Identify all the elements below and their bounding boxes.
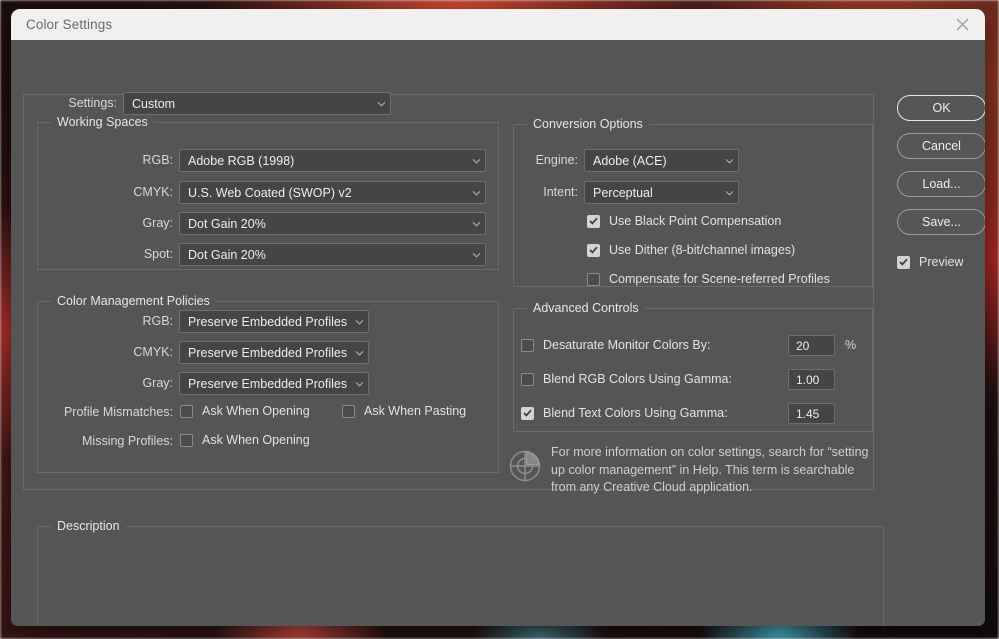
cmp-legend: Color Management Policies: [51, 294, 216, 308]
chevron-down-icon: [720, 182, 738, 203]
description-group: Description: [37, 519, 884, 626]
preview-checkbox[interactable]: Preview: [897, 255, 963, 269]
checkbox[interactable]: [587, 214, 600, 228]
info-text: For more information on color settings, …: [551, 445, 869, 494]
dialog-titlebar: Color Settings: [11, 9, 985, 40]
description-legend: Description: [51, 519, 126, 533]
checkbox[interactable]: [342, 404, 355, 418]
conversion-options-legend: Conversion Options: [527, 117, 649, 131]
settings-label: Settings:: [68, 96, 117, 110]
cmp-cmyk-label: CMYK:: [133, 345, 173, 359]
checkbox[interactable]: [587, 272, 600, 286]
checkbox[interactable]: [180, 404, 193, 418]
checkbox[interactable]: [521, 372, 534, 386]
dialog-title: Color Settings: [26, 17, 113, 32]
checkbox-label: Use Dither (8-bit/channel images): [609, 243, 796, 257]
cancel-button[interactable]: Cancel: [897, 133, 985, 159]
chevron-down-icon: [350, 373, 368, 394]
cmp-rgb-dropdown[interactable]: Preserve Embedded Profiles: [179, 310, 369, 333]
desaturate-monitor-colors-checkbox[interactable]: Desaturate Monitor Colors By:: [521, 338, 710, 352]
checkbox[interactable]: [587, 243, 600, 257]
checkbox-label: Blend Text Colors Using Gamma:: [543, 406, 728, 420]
cmp-gray-label: Gray:: [142, 376, 173, 390]
intent-dropdown[interactable]: Perceptual: [584, 181, 739, 204]
settings-dropdown-value: Custom: [132, 96, 176, 111]
chevron-down-icon: [467, 182, 485, 203]
chevron-down-icon: [350, 342, 368, 363]
desaturate-monitor-colors-value[interactable]: 20: [788, 335, 835, 356]
ws-cmyk-value: U.S. Web Coated (SWOP) v2: [188, 185, 352, 200]
checkbox-label: Blend RGB Colors Using Gamma:: [543, 372, 732, 386]
ws-rgb-dropdown[interactable]: Adobe RGB (1998): [179, 149, 486, 172]
checkbox-label: Compensate for Scene-referred Profiles: [609, 272, 830, 286]
checkbox-label: Use Black Point Compensation: [609, 214, 782, 228]
checkbox-label: Ask When Opening: [202, 433, 310, 447]
advanced-controls-legend: Advanced Controls: [527, 301, 645, 315]
engine-label: Engine:: [535, 153, 578, 167]
checkbox[interactable]: [180, 433, 193, 447]
dialog-body: Settings: Custom Working Spaces RGB: Ado…: [11, 40, 985, 626]
ws-rgb-label: RGB:: [142, 153, 173, 167]
save-button[interactable]: Save...: [897, 209, 985, 235]
cmp-gray-dropdown[interactable]: Preserve Embedded Profiles: [179, 372, 369, 395]
chevron-down-icon: [372, 93, 390, 114]
profile-mismatches-label: Profile Mismatches:: [63, 405, 173, 419]
desaturate-unit-label: %: [845, 338, 857, 352]
load-button[interactable]: Load...: [897, 171, 985, 197]
blend-rgb-colors-gamma-checkbox[interactable]: Blend RGB Colors Using Gamma:: [521, 372, 732, 386]
working-spaces-legend: Working Spaces: [51, 115, 154, 129]
checkbox-label: Preview: [919, 255, 964, 269]
cmp-gray-value: Preserve Embedded Profiles: [188, 376, 348, 391]
checkbox-label: Ask When Opening: [202, 404, 310, 418]
color-target-icon: [507, 448, 543, 489]
cmp-cmyk-value: Preserve Embedded Profiles: [188, 345, 348, 360]
settings-dropdown[interactable]: Custom: [123, 92, 391, 115]
compensate-scene-referred-checkbox[interactable]: Compensate for Scene-referred Profiles: [587, 272, 830, 286]
ws-cmyk-dropdown[interactable]: U.S. Web Coated (SWOP) v2: [179, 181, 486, 204]
ws-gray-value: Dot Gain 20%: [188, 216, 266, 231]
chevron-down-icon: [467, 150, 485, 171]
chevron-down-icon: [720, 150, 738, 171]
blend-text-colors-gamma-value[interactable]: 1.45: [788, 403, 835, 424]
cmp-rgb-label: RGB:: [142, 314, 173, 328]
cmp-rgb-value: Preserve Embedded Profiles: [188, 314, 348, 329]
missing-profiles-ask-when-opening[interactable]: Ask When Opening: [180, 433, 310, 447]
checkbox[interactable]: [897, 255, 910, 269]
ok-button[interactable]: OK: [897, 95, 985, 121]
blend-text-colors-gamma-checkbox[interactable]: Blend Text Colors Using Gamma:: [521, 406, 728, 420]
missing-profiles-label: Missing Profiles:: [82, 434, 173, 448]
ws-spot-value: Dot Gain 20%: [188, 247, 266, 262]
checkbox-label: Desaturate Monitor Colors By:: [543, 338, 711, 352]
engine-value: Adobe (ACE): [593, 153, 667, 168]
ws-spot-label: Spot:: [143, 247, 173, 261]
ws-rgb-value: Adobe RGB (1998): [188, 153, 295, 168]
cmp-cmyk-dropdown[interactable]: Preserve Embedded Profiles: [179, 341, 369, 364]
close-icon[interactable]: [940, 9, 985, 40]
ws-cmyk-label: CMYK:: [133, 185, 173, 199]
profile-mismatches-ask-when-opening[interactable]: Ask When Opening: [180, 404, 310, 418]
checkbox-label: Ask When Pasting: [364, 404, 467, 418]
ws-spot-dropdown[interactable]: Dot Gain 20%: [179, 243, 486, 266]
chevron-down-icon: [467, 213, 485, 234]
use-black-point-compensation-checkbox[interactable]: Use Black Point Compensation: [587, 214, 781, 228]
chevron-down-icon: [350, 311, 368, 332]
ws-gray-label: Gray:: [142, 216, 173, 230]
engine-dropdown[interactable]: Adobe (ACE): [584, 149, 739, 172]
intent-label: Intent:: [543, 185, 578, 199]
ws-gray-dropdown[interactable]: Dot Gain 20%: [179, 212, 486, 235]
blend-rgb-colors-gamma-value[interactable]: 1.00: [788, 369, 835, 390]
use-dither-checkbox[interactable]: Use Dither (8-bit/channel images): [587, 243, 795, 257]
profile-mismatches-ask-when-pasting[interactable]: Ask When Pasting: [342, 404, 466, 418]
checkbox[interactable]: [521, 406, 534, 420]
chevron-down-icon: [467, 244, 485, 265]
intent-value: Perceptual: [593, 185, 653, 200]
color-settings-dialog: Color Settings Settings: Custom Working …: [11, 9, 985, 626]
checkbox[interactable]: [521, 338, 534, 352]
